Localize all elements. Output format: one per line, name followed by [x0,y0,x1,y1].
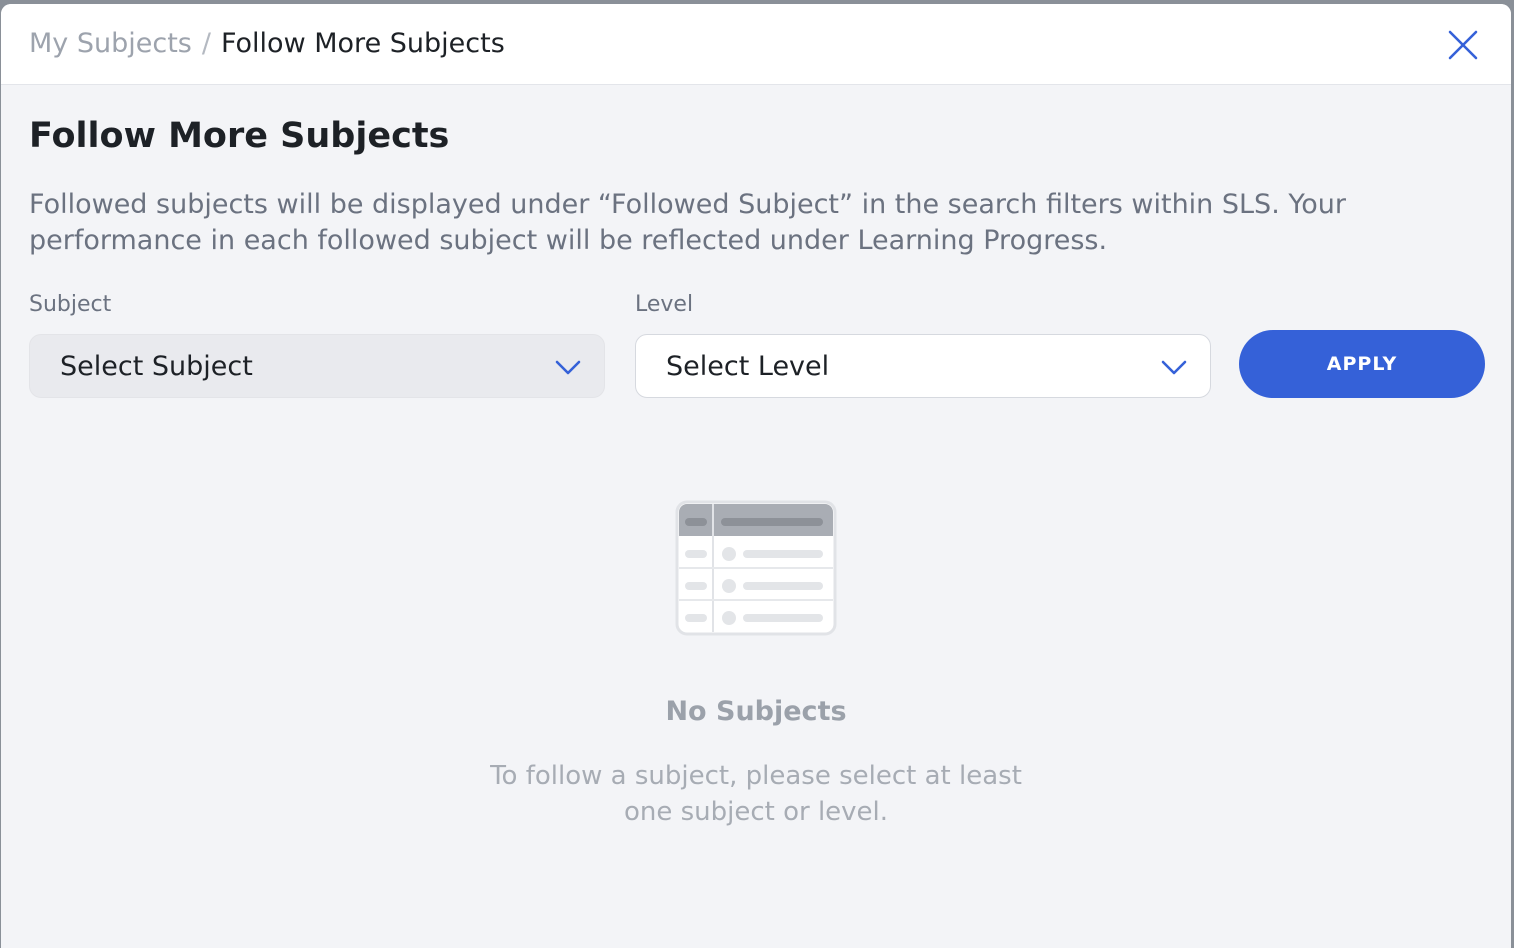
breadcrumb: My Subjects / Follow More Subjects [29,26,505,62]
close-button[interactable] [1447,29,1479,61]
apply-button[interactable]: APPLY [1239,330,1485,398]
subject-label: Subject [29,292,112,317]
breadcrumb-separator: / [201,28,211,59]
empty-table-icon [675,500,837,636]
page-title: Follow More Subjects [29,116,450,156]
chevron-down-icon [555,360,581,375]
level-select-value: Select Level [666,351,830,382]
subject-select-value: Select Subject [60,351,253,382]
breadcrumb-my-subjects[interactable]: My Subjects [29,28,192,59]
chevron-down-icon [1161,360,1187,375]
empty-state-message: To follow a subject, please select at le… [490,761,1022,827]
subject-select[interactable]: Select Subject [29,334,605,398]
page-description: Followed subjects will be displayed unde… [29,189,1347,256]
empty-state-title: No Subjects [665,696,847,727]
close-icon [1448,30,1478,60]
follow-subjects-dialog: My Subjects / Follow More Subjects Follow … [1,4,1511,948]
level-label: Level [635,292,694,317]
level-select[interactable]: Select Level [635,334,1211,398]
dialog-header: My Subjects / Follow More Subjects [1,4,1511,85]
breadcrumb-current-page: Follow More Subjects [220,28,505,59]
